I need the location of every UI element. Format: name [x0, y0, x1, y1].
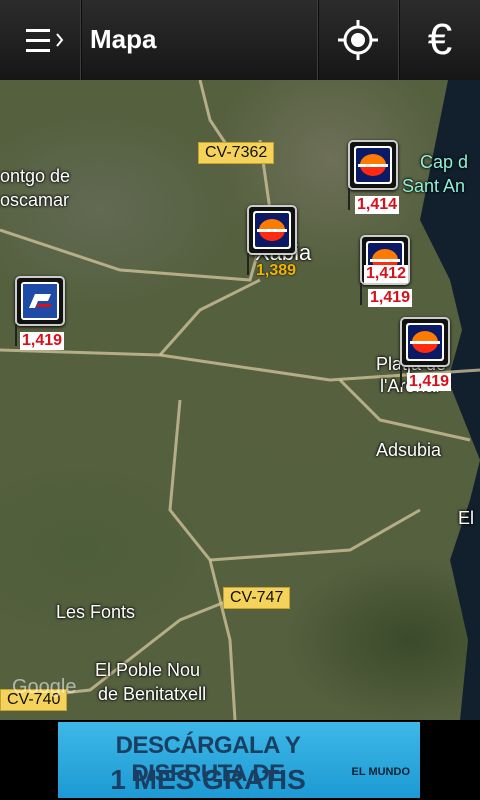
menu-button[interactable]: [0, 0, 80, 80]
place-label: Cap d: [420, 152, 469, 172]
my-location-button[interactable]: [318, 0, 398, 80]
marker-pin: [15, 324, 17, 346]
place-label: oscamar: [0, 190, 70, 210]
place-label: Sant An: [402, 176, 466, 196]
marker-pin: [400, 365, 402, 387]
price-label: 1,419: [368, 289, 413, 307]
price-label: 1,419: [20, 332, 65, 350]
ad-banner[interactable]: DESCÁRGALA Y DISFRUTA DE 1 MES GRATIS EL…: [0, 720, 480, 800]
road-label: CV-7362: [198, 142, 275, 164]
price-label: 1,389: [256, 262, 297, 279]
ad-content[interactable]: DESCÁRGALA Y DISFRUTA DE 1 MES GRATIS EL…: [58, 722, 420, 798]
price-label: 1,412: [364, 265, 409, 283]
repsol-logo-icon: [354, 146, 392, 184]
map-view[interactable]: ontgo de oscamar Cap d Sant An Xàbia Pla…: [0, 80, 480, 720]
price-label: 1,414: [355, 196, 400, 214]
marker-pin: [348, 188, 350, 210]
repsol-logo-icon: [406, 323, 444, 361]
action-bar: Mapa €: [0, 0, 480, 81]
place-label: Adsubia: [376, 440, 442, 460]
divider: [80, 0, 81, 80]
marker-pin: [247, 253, 249, 275]
price-label: 1,419: [407, 373, 452, 391]
google-logo: Google: [12, 676, 77, 698]
divider: [398, 0, 399, 80]
marker-pin: [360, 283, 362, 305]
petronor-logo-icon: [21, 282, 59, 320]
ad-subheadline: 1 MES GRATIS: [110, 764, 306, 795]
menu-drawer-icon: [26, 29, 64, 52]
place-label: de Benitatxell: [98, 684, 207, 704]
place-label: El: [458, 508, 475, 528]
station-marker[interactable]: [400, 317, 450, 387]
euro-icon: €: [427, 15, 453, 64]
place-label: ontgo de: [0, 166, 71, 186]
prices-button[interactable]: €: [400, 0, 480, 80]
station-marker[interactable]: [15, 276, 65, 346]
place-label: El Poble Nou: [95, 660, 201, 680]
station-marker[interactable]: [247, 205, 297, 275]
repsol-logo-icon: [253, 211, 291, 249]
place-label: Les Fonts: [56, 602, 136, 622]
page-title: Mapa: [90, 24, 157, 54]
ad-logo: EL MUNDO: [351, 766, 410, 778]
station-marker[interactable]: [348, 140, 398, 210]
gps-target-icon: [338, 20, 378, 60]
road-label: CV-747: [223, 587, 291, 609]
